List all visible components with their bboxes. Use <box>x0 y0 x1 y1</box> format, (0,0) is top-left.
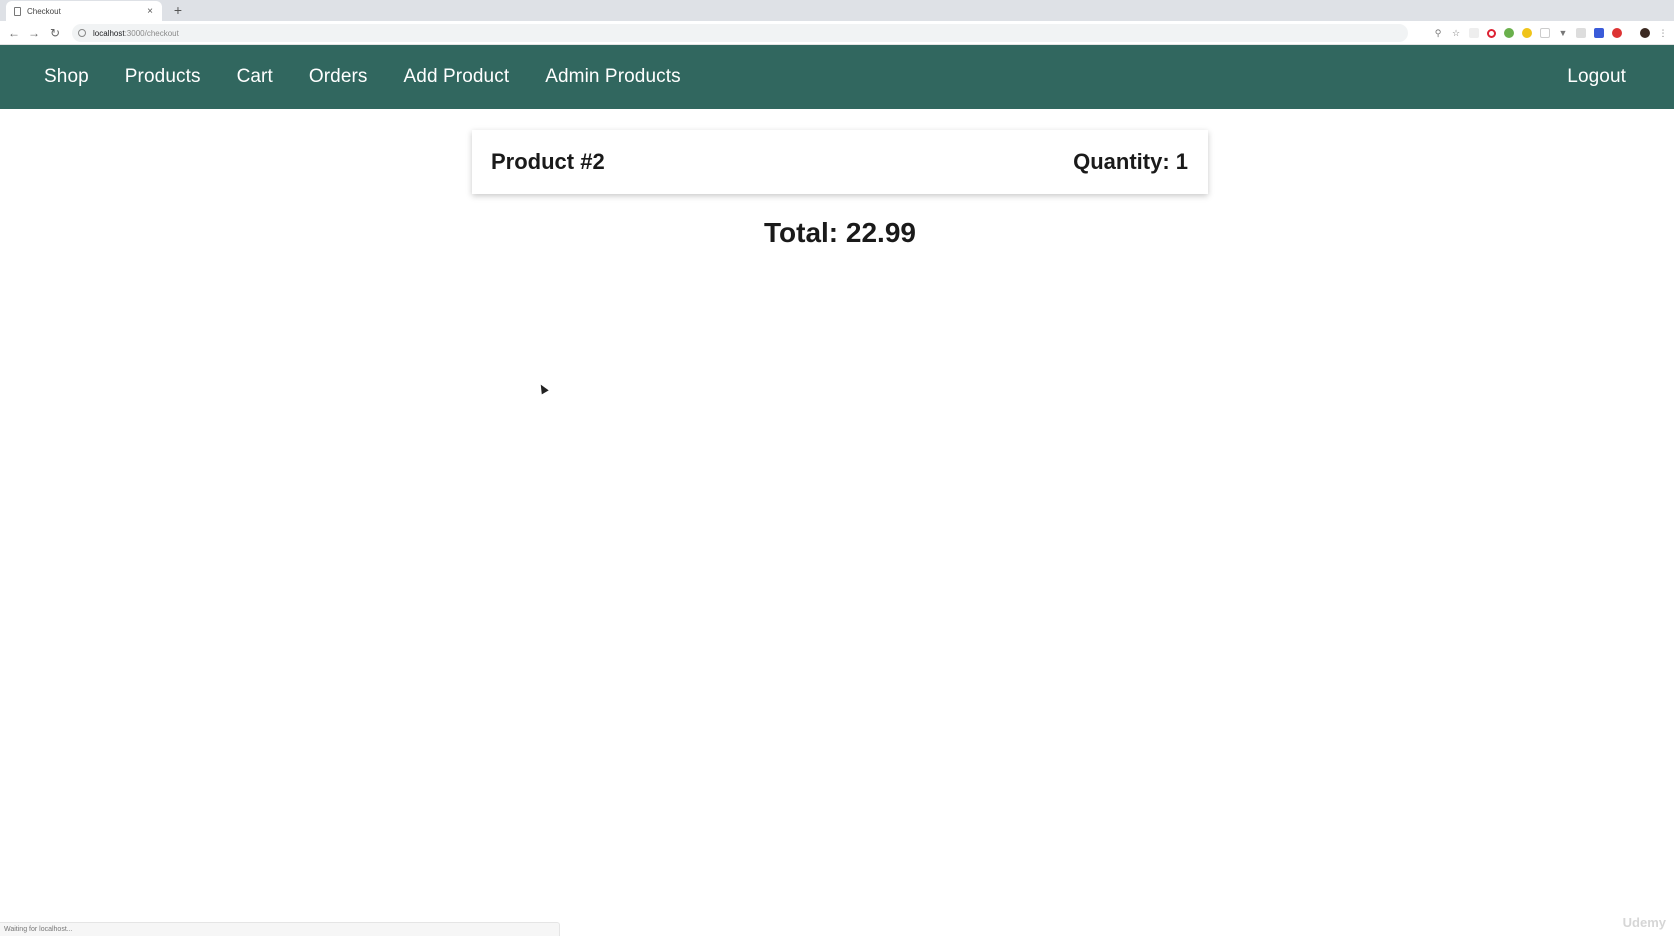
nav-link-orders[interactable]: Orders <box>309 66 368 88</box>
browser-toolbar: ← → ↻ localhost:3000/checkout ⚲ ☆ ▼ ⋮ <box>0 21 1674 45</box>
filter-icon[interactable]: ▼ <box>1558 28 1568 38</box>
main-header: Shop Products Cart Orders Add Product Ad… <box>0 45 1674 109</box>
cart-item-list: Product #2 Quantity: 1 <box>472 130 1208 194</box>
bookmark-star-icon[interactable]: ☆ <box>1451 28 1461 38</box>
url-path: :3000/checkout <box>124 28 179 38</box>
extension-icon[interactable] <box>1522 28 1532 38</box>
extension-icon[interactable] <box>1576 28 1586 38</box>
nav-link-cart[interactable]: Cart <box>237 66 273 88</box>
new-tab-icon[interactable]: + <box>170 2 186 18</box>
logout-button[interactable]: Logout <box>1567 66 1626 88</box>
profile-avatar-icon[interactable] <box>1640 28 1650 38</box>
total-container: Total: 22.99 <box>472 217 1208 249</box>
close-tab-icon[interactable]: × <box>144 6 156 17</box>
cart-item-quantity: Quantity: 1 <box>1073 149 1188 174</box>
extensions-row: ⚲ ☆ ▼ ⋮ <box>1433 25 1668 41</box>
address-bar[interactable]: localhost:3000/checkout <box>72 24 1408 42</box>
back-arrow-icon[interactable]: ← <box>6 25 22 41</box>
watermark-logo: Udemy <box>1622 915 1666 930</box>
reload-icon[interactable]: ↻ <box>47 25 63 41</box>
extension-icon[interactable] <box>1540 28 1550 38</box>
tab-title: Checkout <box>27 6 61 16</box>
block-extension-icon[interactable] <box>1612 28 1622 38</box>
browser-tab[interactable]: Checkout × <box>6 1 162 21</box>
cart-item: Product #2 Quantity: 1 <box>472 130 1208 194</box>
opera-extension-icon[interactable] <box>1487 28 1496 38</box>
info-icon[interactable] <box>78 29 86 37</box>
status-bubble: Waiting for localhost... <box>0 922 560 936</box>
menu-kebab-icon[interactable]: ⋮ <box>1658 28 1668 38</box>
nav-link-admin-products[interactable]: Admin Products <box>545 66 681 88</box>
zoom-icon[interactable]: ⚲ <box>1433 28 1443 38</box>
main-nav: Shop Products Cart Orders Add Product Ad… <box>44 66 1567 88</box>
nav-link-products[interactable]: Products <box>125 66 201 88</box>
page-icon <box>14 6 21 16</box>
cart-item-title: Product #2 <box>491 149 605 174</box>
mouse-pointer-icon <box>537 382 549 395</box>
nav-link-add-product[interactable]: Add Product <box>404 66 510 88</box>
checkout-total: Total: 22.99 <box>764 217 916 248</box>
extension-icon[interactable] <box>1469 28 1479 38</box>
extension-icon[interactable] <box>1594 28 1604 38</box>
extension-icon[interactable] <box>1504 28 1514 38</box>
browser-tabstrip: Checkout × + <box>0 0 1674 21</box>
forward-arrow-icon[interactable]: → <box>26 25 42 41</box>
url-host: localhost <box>93 28 125 38</box>
nav-link-shop[interactable]: Shop <box>44 66 89 88</box>
